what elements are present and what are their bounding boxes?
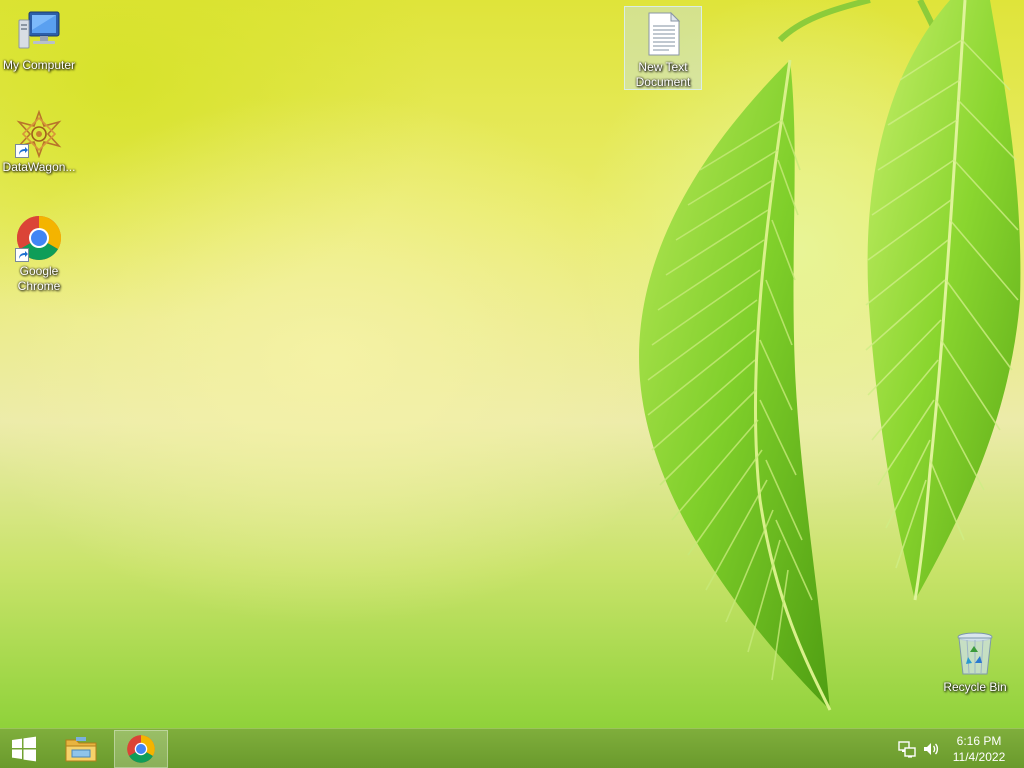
text-document-icon: [639, 10, 687, 58]
clock-time: 6:16 PM: [956, 734, 1002, 748]
desktop[interactable]: My Computer DataWagon... Google Chrome N…: [0, 0, 1024, 728]
desktop-icon-label: Recycle Bin: [943, 680, 1007, 694]
file-explorer-icon: [65, 737, 97, 762]
volume-icon[interactable]: [922, 740, 940, 758]
computer-icon: [15, 8, 63, 56]
desktop-icon-datawagon[interactable]: DataWagon...: [0, 109, 78, 175]
windows-logo-icon: [12, 736, 36, 762]
desktop-icon-google-chrome[interactable]: Google Chrome: [0, 214, 78, 294]
desktop-icon-label: Google Chrome: [17, 264, 61, 293]
desktop-icon-my-computer[interactable]: My Computer: [0, 8, 78, 73]
chrome-icon: [127, 735, 155, 763]
datawagon-icon: [15, 109, 63, 159]
taskbar-chrome-button[interactable]: [114, 730, 168, 768]
recycle-bin-icon: [951, 630, 999, 678]
desktop-icon-recycle-bin[interactable]: Recycle Bin: [936, 630, 1014, 695]
taskbar-clock[interactable]: 6:16 PM 11/4/2022: [944, 733, 1014, 765]
network-icon[interactable]: [898, 740, 916, 758]
start-button[interactable]: [0, 730, 48, 768]
shortcut-arrow-icon: [15, 248, 29, 262]
desktop-icon-label: My Computer: [2, 58, 76, 72]
chrome-icon: [15, 214, 63, 262]
taskbar: 6:16 PM 11/4/2022: [0, 728, 1024, 768]
desktop-icon-label: DataWagon...: [2, 160, 76, 174]
desktop-icon-new-text-document[interactable]: New Text Document: [624, 6, 702, 90]
taskbar-file-explorer-button[interactable]: [54, 730, 108, 768]
shortcut-arrow-icon: [15, 144, 29, 158]
clock-date: 11/4/2022: [952, 750, 1006, 764]
desktop-icon-label: New Text Document: [635, 60, 691, 89]
wallpaper-leaves: [580, 0, 1021, 711]
